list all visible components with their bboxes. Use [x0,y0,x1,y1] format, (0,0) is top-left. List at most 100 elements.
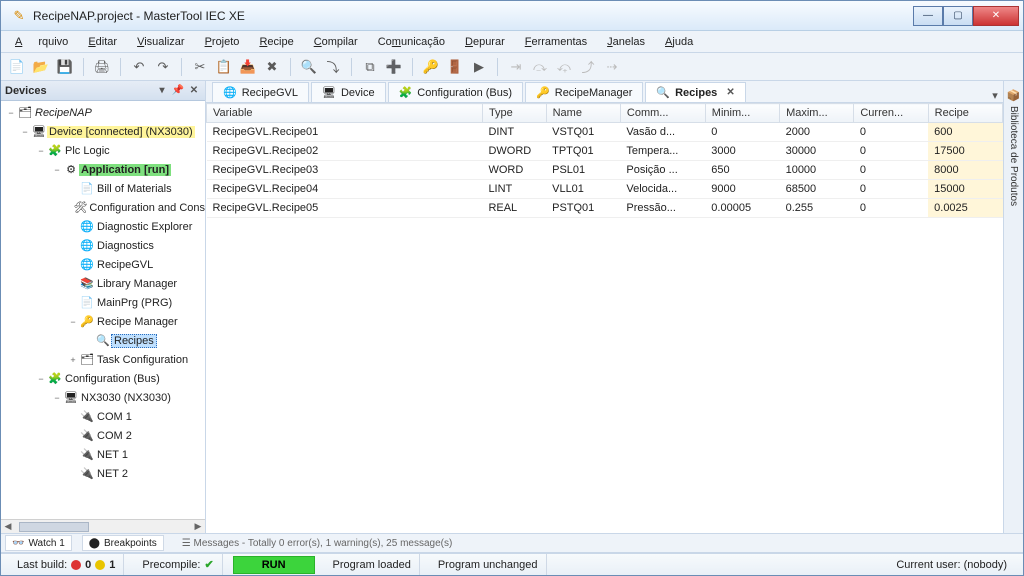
column-header[interactable]: Maxim... [780,104,854,123]
table-row[interactable]: RecipeGVL.Recipe04LINTVLL01Velocida...90… [207,180,1003,199]
table-row[interactable]: RecipeGVL.Recipe03WORDPSL01Posição ...65… [207,161,1003,180]
menu-comunicacao[interactable]: Comunicação [370,34,453,50]
cell-cur[interactable]: 0 [854,142,928,161]
paste-icon[interactable]: 📥 [238,57,258,77]
cell-cur[interactable]: 0 [854,161,928,180]
cell-min[interactable]: 0.00005 [705,199,779,218]
login-icon[interactable]: 🔑 [421,57,441,77]
runto-icon[interactable]: ⇢ [602,57,622,77]
tab-watch[interactable]: 👓Watch 1 [5,535,72,551]
maximize-button[interactable]: ▢ [943,6,973,26]
column-header[interactable]: Name [546,104,620,123]
cell-variable[interactable]: RecipeGVL.Recipe03 [207,161,483,180]
table-row[interactable]: RecipeGVL.Recipe05REALPSTQ01Pressão...0.… [207,199,1003,218]
cell-name[interactable]: VSTQ01 [546,123,620,142]
copy-icon[interactable]: 📋 [214,57,234,77]
tree-item[interactable]: 🔌COM 2 [1,426,205,445]
tree-hscroll[interactable]: ◀▶ [1,519,205,533]
menu-depurar[interactable]: Depurar [457,34,513,50]
findnext-icon[interactable]: ⤵ [323,57,343,77]
cell-recipe[interactable]: 17500 [928,142,1002,161]
cell-max[interactable]: 68500 [780,180,854,199]
expander-icon[interactable]: − [51,393,63,403]
cell-cur[interactable]: 0 [854,180,928,199]
tree-item[interactable]: 🌐RecipeGVL [1,255,205,274]
cell-cur[interactable]: 0 [854,199,928,218]
cell-type[interactable]: REAL [482,199,546,218]
cell-type[interactable]: LINT [482,180,546,199]
tabstrip-dropdown-icon[interactable]: ▾ [987,89,1003,102]
column-header[interactable]: Curren... [854,104,928,123]
menu-ajuda[interactable]: Ajuda [657,34,701,50]
cell-variable[interactable]: RecipeGVL.Recipe04 [207,180,483,199]
tree-root[interactable]: −🗂 RecipeNAP [1,103,205,122]
column-header[interactable]: Recipe [928,104,1002,123]
column-header[interactable]: Comm... [620,104,705,123]
tree-item[interactable]: 🌐Diagnostic Explorer [1,217,205,236]
menu-visualizar[interactable]: Visualizar [129,34,193,50]
tree-item[interactable]: −🧩Configuration (Bus) [1,369,205,388]
tree-item[interactable]: −🧩Plc Logic [1,141,205,160]
tree-item[interactable]: 🔌NET 1 [1,445,205,464]
expander-icon[interactable]: − [35,146,47,156]
messages-summary[interactable]: ☰ Messages - Totally 0 error(s), 1 warni… [174,538,453,549]
minimize-button[interactable]: — [913,6,943,26]
stepout-icon[interactable]: ⤴ [578,57,598,77]
menu-ferramentas[interactable]: Ferramentas [517,34,595,50]
cell-min[interactable]: 9000 [705,180,779,199]
cell-max[interactable]: 30000 [780,142,854,161]
cell-name[interactable]: TPTQ01 [546,142,620,161]
expander-icon[interactable]: − [51,165,63,175]
cell-comm[interactable]: Pressão... [620,199,705,218]
column-header[interactable]: Variable [207,104,483,123]
tree-item[interactable]: 📄Bill of Materials [1,179,205,198]
tab-breakpoints[interactable]: ⬤Breakpoints [82,535,164,551]
tree-item[interactable]: 🔌NET 2 [1,464,205,483]
cell-cur[interactable]: 0 [854,123,928,142]
cell-comm[interactable]: Tempera... [620,142,705,161]
editor-tab[interactable]: 🖥Device [311,82,386,102]
editor-tab[interactable]: 🔍Recipes✕ [645,82,745,102]
panel-pin-icon[interactable]: 📌 [171,85,185,96]
tree-item[interactable]: 🌐Diagnostics [1,236,205,255]
cell-comm[interactable]: Vasão d... [620,123,705,142]
start-icon[interactable]: ▶ [469,57,489,77]
menu-editar[interactable]: Editar [80,34,125,50]
expander-icon[interactable]: − [35,374,47,384]
tree-item[interactable]: 🔍Recipes [1,331,205,350]
recipe-grid[interactable]: VariableTypeNameComm...Minim...Maxim...C… [206,103,1003,533]
panel-dropdown-icon[interactable]: ▾ [155,85,169,96]
cell-recipe[interactable]: 8000 [928,161,1002,180]
cell-variable[interactable]: RecipeGVL.Recipe05 [207,199,483,218]
newitem-icon[interactable]: ➕ [384,57,404,77]
undo-icon[interactable]: ↶ [129,57,149,77]
cell-max[interactable]: 2000 [780,123,854,142]
menu-arquivo[interactable]: Arquivo [7,34,76,50]
stepover-icon[interactable]: ⤼ [530,57,550,77]
cell-min[interactable]: 650 [705,161,779,180]
tree-item[interactable]: −🖥Device [connected] (NX3030) [1,122,205,141]
table-row[interactable]: RecipeGVL.Recipe02DWORDTPTQ01Tempera...3… [207,142,1003,161]
tab-close-icon[interactable]: ✕ [726,87,734,98]
cell-name[interactable]: VLL01 [546,180,620,199]
column-header[interactable]: Minim... [705,104,779,123]
panel-close-icon[interactable]: ✕ [187,85,201,96]
cell-recipe[interactable]: 15000 [928,180,1002,199]
device-tree[interactable]: −🗂 RecipeNAP −🖥Device [connected] (NX303… [1,101,205,519]
tree-item[interactable]: 🔌COM 1 [1,407,205,426]
tree-item[interactable]: +🗂Task Configuration [1,350,205,369]
print-icon[interactable]: 🖨 [92,57,112,77]
side-library-tab[interactable]: 📦 Biblioteca de Produtos [1003,81,1023,533]
new-icon[interactable]: 📄 [7,57,27,77]
cell-recipe[interactable]: 0.0025 [928,199,1002,218]
close-window-button[interactable]: ✕ [973,6,1019,26]
expander-icon[interactable]: − [67,317,79,327]
cut-icon[interactable]: ✂ [190,57,210,77]
cell-variable[interactable]: RecipeGVL.Recipe02 [207,142,483,161]
stepinto-icon[interactable]: ⤽ [554,57,574,77]
editor-tab[interactable]: 🌐RecipeGVL [212,82,309,102]
tree-item[interactable]: 📚Library Manager [1,274,205,293]
tree-item[interactable]: −🔑Recipe Manager [1,312,205,331]
open-icon[interactable]: 📂 [31,57,51,77]
cell-name[interactable]: PSTQ01 [546,199,620,218]
